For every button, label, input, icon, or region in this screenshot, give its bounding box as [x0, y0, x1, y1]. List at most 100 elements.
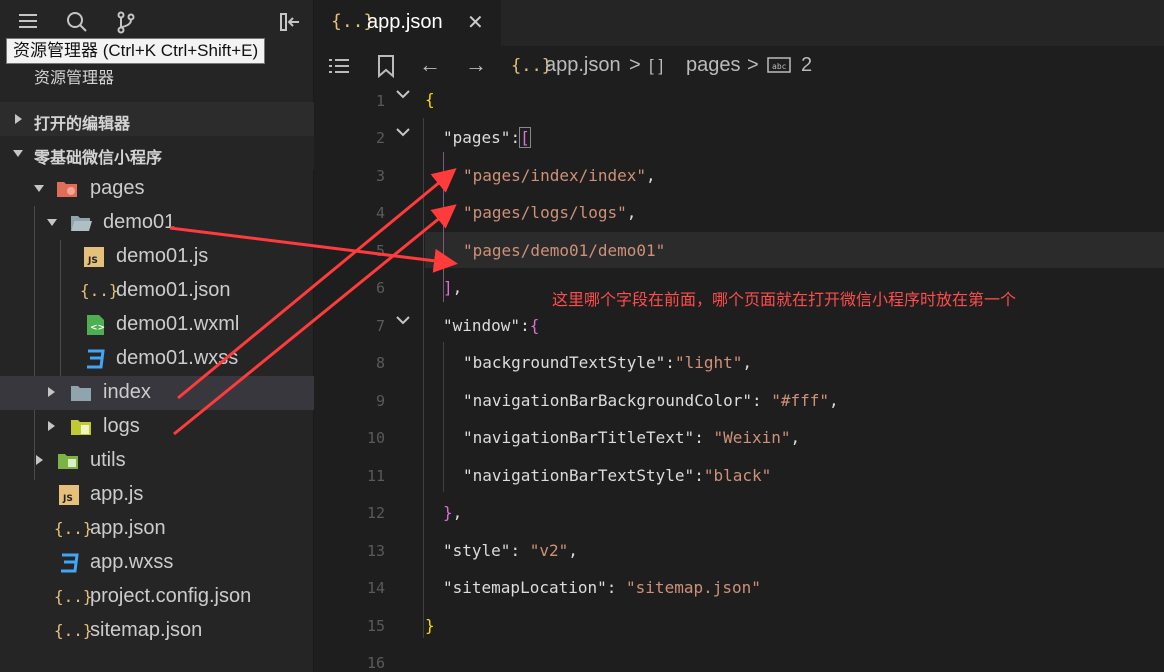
line-number: 7 — [375, 317, 385, 335]
code-line: "window":{ — [443, 316, 540, 335]
code-line: "backgroundTextStyle":"light", — [463, 353, 753, 372]
tree-item-app-js[interactable]: JS app.js — [0, 478, 314, 512]
line-number: 8 — [375, 354, 385, 372]
breadcrumb-key[interactable]: pages — [686, 54, 741, 77]
forward-arrow-icon[interactable]: → — [465, 52, 487, 78]
css-file-icon — [84, 348, 106, 370]
tree-item-utils[interactable]: utils — [0, 444, 314, 478]
tree-item-label: pages — [90, 177, 145, 199]
code-line: "navigationBarTextStyle":"black" — [463, 466, 772, 485]
chevron-right-icon — [48, 387, 55, 397]
chevron-down-icon — [13, 150, 23, 157]
css-file-icon — [58, 552, 80, 574]
tree-item-demo01-wxss[interactable]: demo01.wxss — [0, 342, 314, 376]
source-control-icon[interactable] — [114, 10, 138, 34]
breadcrumb-index[interactable]: 2 — [801, 54, 812, 77]
search-icon[interactable] — [65, 10, 89, 34]
js-file-icon: JS — [58, 484, 80, 506]
chevron-right-icon — [48, 421, 55, 431]
js-file-icon: JS — [83, 246, 105, 268]
tree-item-app-json[interactable]: {..} app.json — [0, 512, 314, 546]
line-number: 10 — [366, 429, 385, 447]
list-icon[interactable] — [16, 10, 40, 34]
line-number: 11 — [366, 467, 385, 485]
tree-item-demo01-json[interactable]: {..} demo01.json — [0, 274, 314, 308]
section-project[interactable]: 零基础微信小程序 — [0, 136, 314, 170]
line-number: 15 — [366, 617, 385, 635]
tree-item-label: project.config.json — [90, 585, 252, 607]
code-line: "pages/demo01/demo01" — [463, 241, 666, 260]
tree-item-label: demo01.wxml — [116, 313, 240, 335]
tab-app-json[interactable]: {..} app.json ✕ — [315, 0, 501, 46]
tree-item-label: sitemap.json — [90, 619, 203, 641]
tree-item-label: logs — [103, 415, 140, 437]
line-number: 16 — [366, 654, 385, 672]
chevron-right-icon — [15, 114, 22, 124]
tree-item-label: demo01.wxss — [116, 347, 239, 369]
tree-item-demo01-wxml[interactable]: <> demo01.wxml — [0, 308, 314, 342]
wxml-file-icon: <> — [84, 314, 106, 336]
section-label: 零基础微信小程序 — [34, 150, 163, 167]
line-number: 6 — [375, 279, 385, 297]
line-number: 13 — [366, 542, 385, 560]
utils-folder-icon — [57, 450, 79, 472]
svg-text:JS: JS — [62, 494, 73, 504]
collapse-panel-icon[interactable] — [278, 10, 302, 34]
chevron-down-icon — [47, 219, 57, 226]
tab-bar: {..} app.json ✕ — [315, 0, 1164, 46]
tree-item-demo01[interactable]: demo01 — [0, 206, 314, 240]
code-line: { — [425, 90, 435, 109]
tree-item-label: demo01.json — [116, 279, 231, 301]
line-number: 12 — [366, 504, 385, 522]
line-number: 4 — [375, 204, 385, 222]
line-number: 1 — [375, 92, 385, 110]
line-number: 2 — [375, 129, 385, 147]
tree-item-app-wxss[interactable]: app.wxss — [0, 546, 314, 580]
tree-item-label: demo01 — [103, 211, 176, 233]
breadcrumb: ← → {..} app.json > [ ] pages > abc 2 — [315, 46, 1164, 86]
line-number: 3 — [375, 167, 385, 185]
fold-chevron-icon[interactable] — [395, 86, 411, 106]
fold-chevron-icon[interactable] — [395, 124, 411, 144]
logs-folder-icon — [70, 416, 92, 438]
tree-item-label: app.wxss — [90, 551, 174, 573]
json-file-icon: {..} — [80, 281, 119, 300]
outline-list-icon[interactable] — [327, 56, 351, 82]
breadcrumb-file[interactable]: app.json — [545, 54, 621, 77]
code-line: "pages/index/index", — [463, 166, 656, 185]
breadcrumb-separator: > — [747, 54, 759, 76]
tree-item-demo01-js[interactable]: JS demo01.js — [0, 240, 314, 274]
code-line: "style": "v2", — [443, 541, 578, 560]
section-label: 打开的编辑器 — [34, 116, 131, 133]
close-icon[interactable]: ✕ — [467, 10, 484, 35]
tree-item-label: index — [103, 381, 151, 403]
number-icon: abc — [767, 56, 791, 80]
code-line: } — [425, 616, 435, 635]
code-editor: {..} app.json ✕ ← → {..} app.json > [ ] … — [315, 0, 1164, 672]
tree-item-label: demo01.js — [116, 245, 209, 267]
array-icon: [ ] — [649, 56, 664, 75]
tab-label: app.json — [367, 11, 443, 33]
tree-item-label: app.js — [90, 483, 144, 505]
code-area[interactable]: 1 2 3 4 5 6 7 8 9 10 11 12 13 14 15 16 {… — [315, 82, 1164, 672]
folder-icon — [70, 382, 92, 404]
folder-open-icon — [70, 212, 92, 234]
line-number: 14 — [366, 579, 385, 597]
code-line: "pages/logs/logs", — [463, 203, 637, 222]
code-line: "pages":[ — [443, 127, 531, 148]
tree-item-project-config-json[interactable]: {..} project.config.json — [0, 580, 314, 614]
fold-chevron-icon[interactable] — [395, 312, 411, 332]
json-file-icon: {..} — [54, 587, 93, 606]
explorer-heading: 资源管理器 — [34, 70, 115, 87]
tree-item-logs[interactable]: logs — [0, 410, 314, 444]
tree-item-index[interactable]: index — [0, 376, 314, 410]
explorer-sidebar: 资源管理器 (Ctrl+K Ctrl+Shift+E) 资源管理器 打开的编辑器… — [0, 0, 314, 672]
back-arrow-icon[interactable]: ← — [419, 52, 441, 78]
bookmark-icon[interactable] — [377, 54, 395, 84]
tree-item-pages[interactable]: pages — [0, 172, 314, 206]
line-number: 5 — [375, 242, 385, 260]
section-open-editors[interactable]: 打开的编辑器 — [0, 102, 314, 136]
tree-item-sitemap-json[interactable]: {..} sitemap.json — [0, 614, 314, 648]
code-line: }, — [443, 503, 463, 522]
tree-item-label: app.json — [90, 517, 166, 539]
